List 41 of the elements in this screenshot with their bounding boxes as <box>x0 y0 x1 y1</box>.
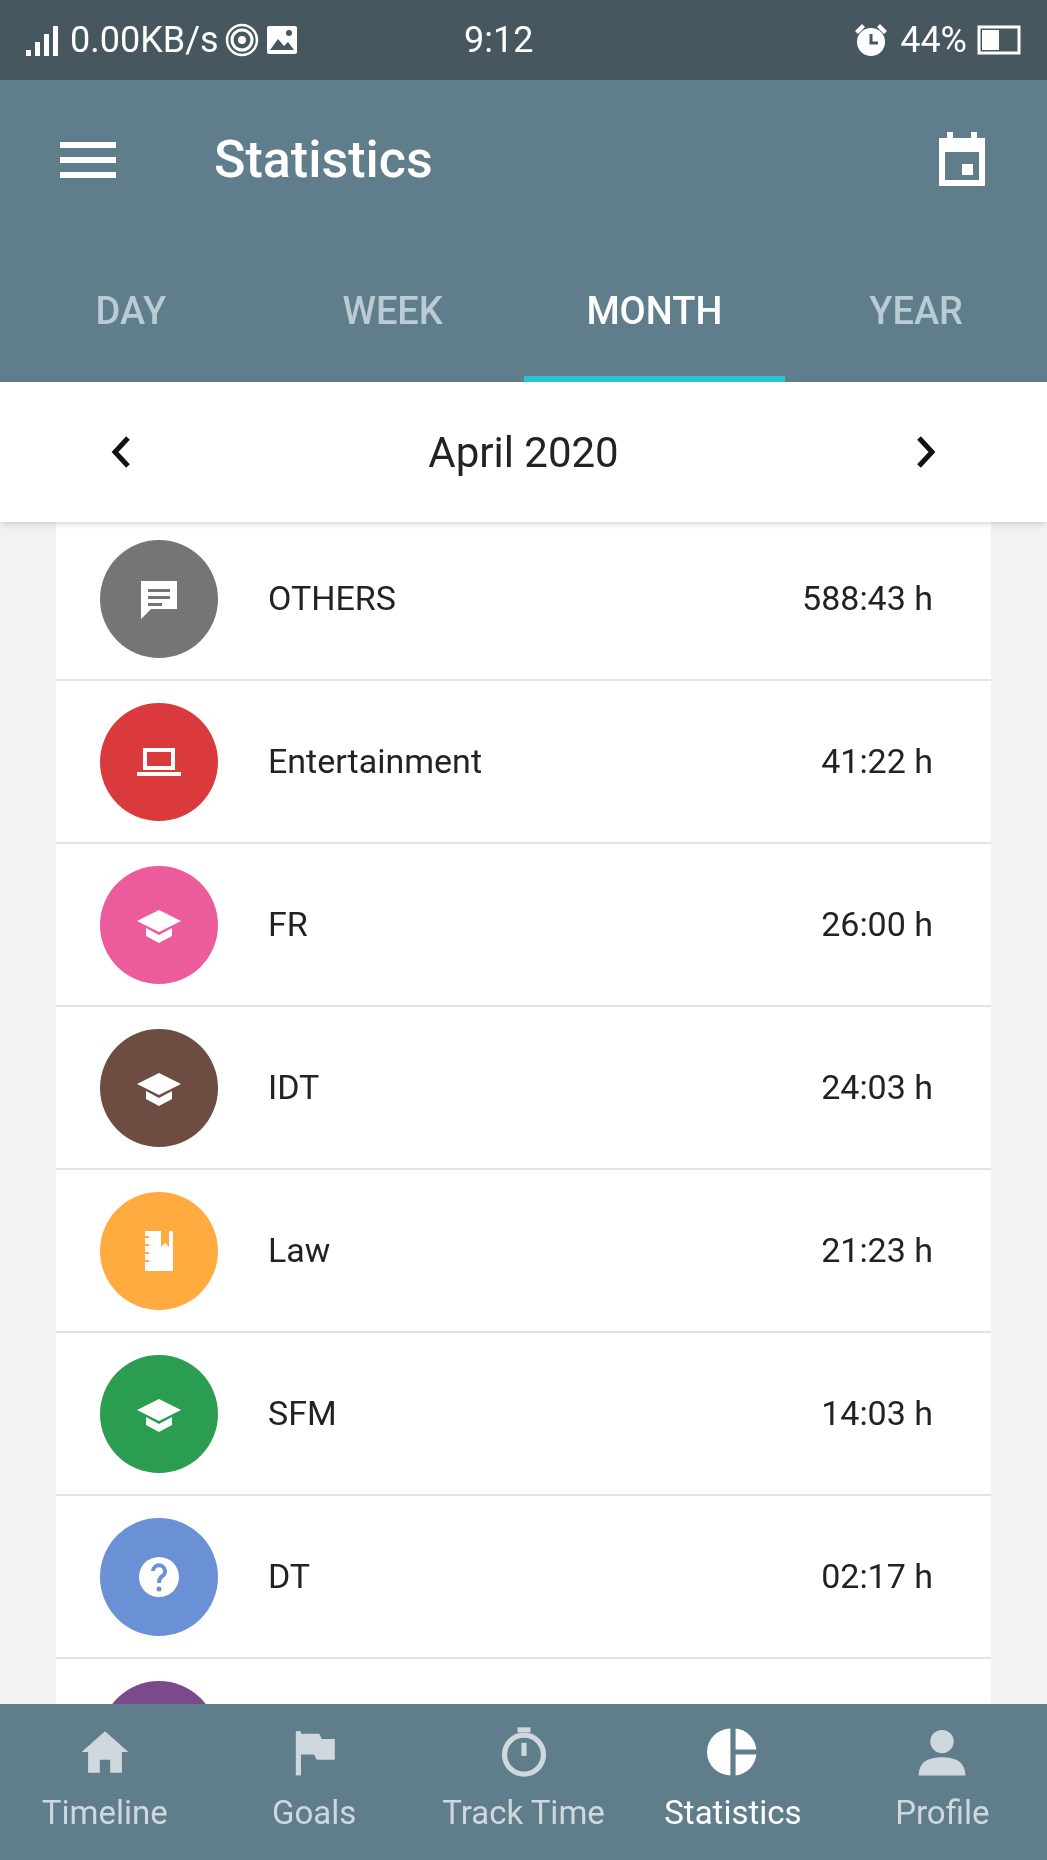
category-name: SFM <box>268 1392 338 1435</box>
previous-icon[interactable] <box>110 435 132 469</box>
period-tab[interactable]: WEEK <box>261 240 524 382</box>
help-icon <box>136 1555 182 1598</box>
category-name: DT <box>268 1555 312 1598</box>
category-name: IDT <box>268 1066 321 1109</box>
category-duration: 41:22 h <box>821 740 933 783</box>
battery-level: 44% <box>900 18 967 63</box>
next-icon[interactable] <box>915 435 937 469</box>
clock: 9:12 <box>464 18 535 63</box>
network-speed: 0.00KB/s <box>70 18 219 63</box>
category-duration: 26:00 h <box>821 903 933 946</box>
screen-title: Statistics <box>214 128 434 192</box>
period-tab[interactable]: YEAR <box>785 240 1047 382</box>
nav-item[interactable]: Track Time <box>418 1704 629 1860</box>
category-duration: 14:03 h <box>821 1392 933 1435</box>
category-name: FR <box>268 903 309 946</box>
category-duration: 02:17 h <box>821 1555 933 1598</box>
category-row[interactable]: DT 02:17 h <box>56 1496 991 1659</box>
nav-item[interactable]: Profile <box>837 1704 1047 1860</box>
period-tab[interactable]: DAY <box>0 240 262 382</box>
menu-icon[interactable] <box>60 140 116 180</box>
category-row[interactable]: Law 21:23 h <box>56 1170 991 1333</box>
category-name: OTHERS <box>268 577 397 620</box>
category-duration: 21:23 h <box>821 1229 933 1272</box>
battery-icon <box>977 25 1023 55</box>
category-duration: 24:03 h <box>821 1066 933 1109</box>
nav-item[interactable]: Statistics <box>628 1704 838 1860</box>
category-name: Entertainment <box>268 740 483 783</box>
category-row[interactable]: IDT 24:03 h <box>56 1007 991 1170</box>
nav-item[interactable]: Timeline <box>0 1704 210 1860</box>
hotspot-icon <box>224 23 259 57</box>
category-name: Law <box>268 1229 332 1272</box>
category-row[interactable]: Entertainment 41:22 h <box>56 681 991 844</box>
category-row[interactable]: SFM 14:03 h <box>56 1333 991 1496</box>
calendar-icon[interactable] <box>937 132 987 188</box>
category-row[interactable]: FR 26:00 h <box>56 844 991 1007</box>
category-duration: 588:43 h <box>802 577 933 620</box>
period-label: April 2020 <box>428 426 619 479</box>
image-icon <box>264 23 299 57</box>
nav-item[interactable]: Goals <box>209 1704 419 1860</box>
